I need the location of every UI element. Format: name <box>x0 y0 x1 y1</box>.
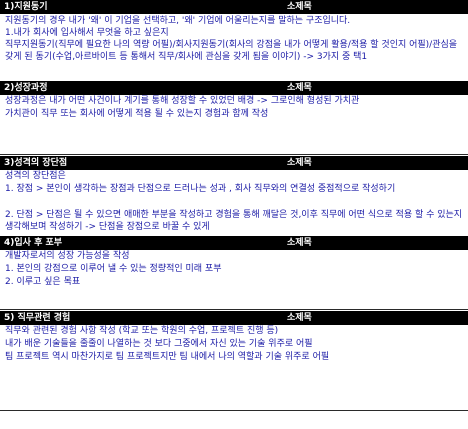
body-line: 팀 프로젝트 역시 마찬가지로 팀 프로젝트지만 팀 내에서 나의 역할과 기술… <box>5 352 330 362</box>
section-title: 3)성격의 장단점 <box>4 158 68 168</box>
section-subtitle: 소제목 <box>287 2 312 12</box>
body-line: 성격의 장단점은 <box>5 171 66 181</box>
body-line: 1. 본인의 강점으로 이루어 낼 수 있는 정량적인 미래 포부 <box>5 264 222 274</box>
section-divider <box>0 154 468 155</box>
section-title: 2)성장과정 <box>4 83 48 93</box>
document-page: 1)지원동기 소제목 지원동기의 경우 내가 '왜' 이 기업을 선택하고, '… <box>0 0 468 429</box>
body-line: 직무와 관련된 경험 사항 작성 (학교 또는 학원의 수업, 프로젝트 진행 … <box>5 326 279 336</box>
section-subtitle: 소제목 <box>287 83 312 93</box>
section-title: 4)입사 후 포부 <box>4 238 63 248</box>
body-line: 지원동기의 경우 내가 '왜' 이 기업을 선택하고, '왜' 기업에 어울리는… <box>5 16 351 26</box>
body-line: 가치관이 직무 또는 회사에 어떻게 적용 될 수 있는지 경험과 함께 작성 <box>5 109 269 119</box>
section-header-experience: 5) 직무관련 경험 소제목 <box>0 311 468 325</box>
body-line: 내가 배운 기술들을 줄줄이 나열하는 것 보다 그중에서 자신 있는 기술 위… <box>5 339 313 349</box>
body-line: 1. 장점 > 본인이 생각하는 장점과 단점으로 드러나는 성과 , 회사 직… <box>5 184 396 194</box>
body-line: 1.내가 회사에 입사해서 무엇을 하고 싶은지 <box>5 28 169 38</box>
body-line: 성장과정은 내가 어떤 사건이나 계기를 통해 성장할 수 있었던 배경 -> … <box>5 96 360 106</box>
section-subtitle: 소제목 <box>287 313 312 323</box>
body-line: 직무지원동기(직무에 필요한 나의 역량 어필)/회사지원동기(회사의 강점을 … <box>5 40 458 62</box>
body-line: 2. 이루고 싶은 목표 <box>5 277 81 287</box>
section-divider <box>0 410 468 411</box>
body-line: 개발자로서의 성장 가능성을 작성 <box>5 251 130 261</box>
section-divider <box>0 309 468 310</box>
section-title: 1)지원동기 <box>4 2 48 12</box>
section-header-personality: 3)성격의 장단점 소제목 <box>0 156 468 170</box>
section-subtitle: 소제목 <box>287 238 312 248</box>
section-header-motivation: 1)지원동기 소제목 <box>0 0 468 14</box>
body-line: 2. 단점 > 단점은 될 수 있으면 애매한 부분을 작성하고 경험을 통해 … <box>5 210 463 232</box>
section-subtitle: 소제목 <box>287 158 312 168</box>
section-title: 5) 직무관련 경험 <box>4 313 71 323</box>
section-header-aspiration: 4)입사 후 포부 소제목 <box>0 236 468 250</box>
section-header-growth: 2)성장과정 소제목 <box>0 81 468 95</box>
